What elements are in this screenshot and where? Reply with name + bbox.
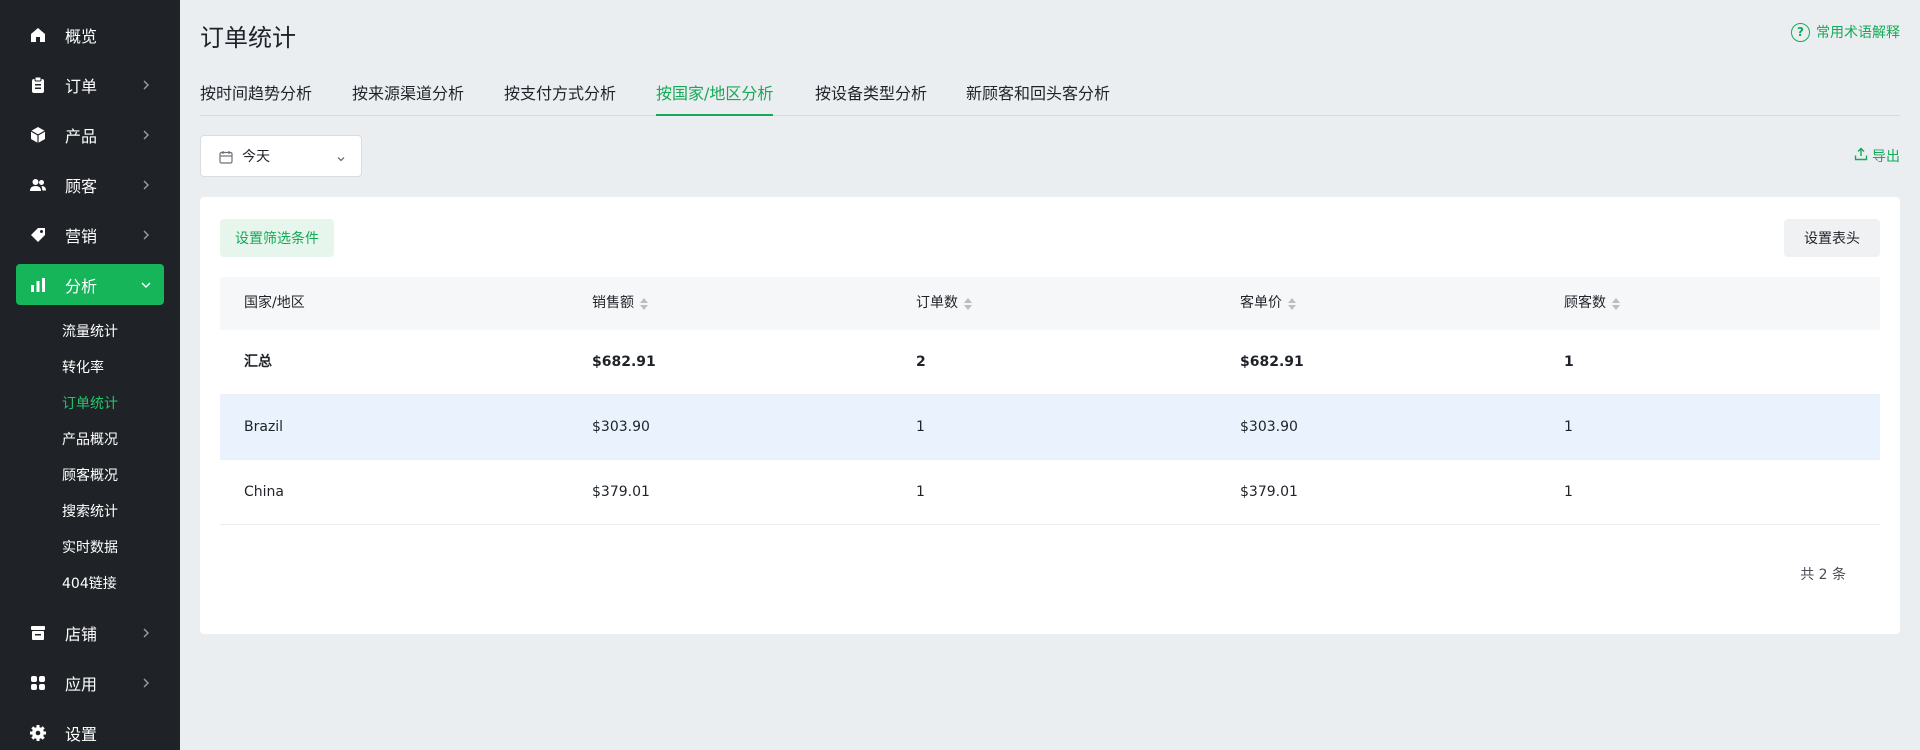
nav-label: 营销 — [65, 226, 98, 246]
pagination-total: 共 2 条 — [1800, 567, 1846, 583]
export-label: 导出 — [1872, 149, 1900, 165]
nav-label: 概览 — [65, 26, 98, 46]
column-label: 客单价 — [1240, 295, 1282, 311]
table-cell: 1 — [916, 484, 925, 500]
table-cell: China — [244, 484, 284, 500]
nav-label: 产品 — [65, 126, 98, 146]
upload-icon — [1854, 147, 1868, 165]
sort-icon[interactable] — [1288, 297, 1296, 310]
table-cell: $682.91 — [592, 354, 656, 370]
nav-item-orders[interactable]: 订单 — [16, 64, 164, 105]
table-cell: 1 — [1564, 354, 1574, 370]
column-label: 顾客数 — [1564, 295, 1606, 311]
nav-item-store[interactable]: 店铺 — [16, 612, 164, 653]
apps-icon — [28, 673, 48, 693]
box-icon — [28, 125, 48, 145]
tab-bar: 按时间趋势分析 按来源渠道分析 按支付方式分析 按国家/地区分析 按设备类型分析… — [200, 70, 1900, 116]
sort-icon[interactable] — [640, 297, 648, 310]
sub-item-traffic[interactable]: 流量统计 — [62, 321, 118, 343]
home-icon — [28, 25, 48, 45]
table-cell: 1 — [1564, 484, 1573, 500]
nav-label: 分析 — [65, 276, 98, 296]
nav-label: 订单 — [65, 76, 98, 96]
nav-item-analytics[interactable]: 分析 — [16, 264, 164, 305]
column-header-customers[interactable]: 顾客数 — [1564, 277, 1620, 330]
table-cell: 1 — [1564, 419, 1573, 435]
chevron-right-icon — [136, 225, 156, 245]
sidebar: 概览 订单 产品 顾客 营销 分析 流量统计 转化率 订单统计 产品概况 顾客概… — [0, 0, 180, 750]
table-cell: 2 — [916, 354, 926, 370]
column-label: 订单数 — [916, 295, 958, 311]
table-cell: 汇总 — [244, 354, 272, 370]
table-cell: $379.01 — [592, 484, 650, 500]
clipboard-icon — [28, 75, 48, 95]
tab-time-trend[interactable]: 按时间趋势分析 — [200, 80, 312, 116]
column-label: 销售额 — [592, 295, 634, 311]
chevron-right-icon — [136, 175, 156, 195]
set-filter-button[interactable]: 设置筛选条件 — [220, 219, 334, 257]
table-cell: $303.90 — [592, 419, 650, 435]
sub-item-search-stats[interactable]: 搜索统计 — [62, 501, 118, 523]
tab-payment-method[interactable]: 按支付方式分析 — [504, 80, 616, 116]
chevron-right-icon — [136, 623, 156, 643]
gear-icon — [28, 723, 48, 743]
sub-item-customer-overview[interactable]: 顾客概况 — [62, 465, 118, 487]
sort-icon[interactable] — [964, 297, 972, 310]
nav-label: 应用 — [65, 674, 98, 694]
table-row[interactable]: China $379.01 1 $379.01 1 — [220, 460, 1880, 525]
nav-label: 设置 — [65, 724, 98, 744]
column-label: 国家/地区 — [244, 295, 305, 311]
nav-item-apps[interactable]: 应用 — [16, 662, 164, 703]
chevron-right-icon — [136, 75, 156, 95]
column-header-orders[interactable]: 订单数 — [916, 277, 972, 330]
chevron-down-icon — [136, 275, 156, 295]
tab-country-region[interactable]: 按国家/地区分析 — [656, 80, 774, 116]
sub-item-order-stats[interactable]: 订单统计 — [62, 393, 118, 415]
chevron-right-icon — [136, 673, 156, 693]
calendar-icon — [219, 149, 233, 164]
nav-label: 顾客 — [65, 176, 98, 196]
chevron-right-icon — [136, 125, 156, 145]
sub-item-realtime[interactable]: 实时数据 — [62, 537, 118, 559]
nav-item-products[interactable]: 产品 — [16, 114, 164, 155]
nav-item-customers[interactable]: 顾客 — [16, 164, 164, 205]
table-header: 国家/地区 销售额 订单数 客单价 顾客数 — [220, 277, 1880, 330]
table-cell: 1 — [916, 419, 925, 435]
export-button[interactable]: 导出 — [1854, 146, 1900, 166]
nav-item-settings[interactable]: 设置 — [16, 712, 164, 750]
table-cell: $682.91 — [1240, 354, 1304, 370]
date-range-picker[interactable]: 今天 — [200, 135, 362, 177]
set-header-button[interactable]: 设置表头 — [1784, 219, 1880, 257]
tab-new-returning[interactable]: 新顾客和回头客分析 — [966, 80, 1110, 116]
sub-item-product-overview[interactable]: 产品概况 — [62, 429, 118, 451]
table-cell: Brazil — [244, 419, 284, 435]
users-icon — [28, 175, 48, 195]
nav-item-overview[interactable]: 概览 — [16, 14, 164, 55]
help-link[interactable]: ? 常用术语解释 — [1791, 22, 1900, 42]
sub-item-404-links[interactable]: 404链接 — [62, 573, 117, 595]
date-range-value: 今天 — [242, 149, 270, 165]
column-header-sales[interactable]: 销售额 — [592, 277, 648, 330]
tag-icon — [28, 225, 48, 245]
question-icon: ? — [1791, 22, 1810, 42]
page-title: 订单统计 — [200, 24, 296, 52]
table-row[interactable]: Brazil $303.90 1 $303.90 1 — [220, 395, 1880, 460]
sub-item-conversion[interactable]: 转化率 — [62, 357, 104, 379]
help-label: 常用术语解释 — [1816, 25, 1900, 41]
nav-label: 店铺 — [65, 624, 98, 644]
chevron-down-icon — [335, 150, 347, 162]
tab-device-type[interactable]: 按设备类型分析 — [815, 80, 927, 116]
table-cell: $379.01 — [1240, 484, 1298, 500]
bar-chart-icon — [28, 275, 48, 295]
report-card: 设置筛选条件 设置表头 国家/地区 销售额 订单数 客单价 顾客数 汇总 $68… — [200, 197, 1900, 634]
tab-source-channel[interactable]: 按来源渠道分析 — [352, 80, 464, 116]
sort-icon[interactable] — [1612, 297, 1620, 310]
country-table: 国家/地区 销售额 订单数 客单价 顾客数 汇总 $682.91 2 $682.… — [220, 277, 1880, 525]
store-icon — [28, 623, 48, 643]
summary-row: 汇总 $682.91 2 $682.91 1 — [220, 330, 1880, 395]
column-header-avg-order[interactable]: 客单价 — [1240, 277, 1296, 330]
nav-item-marketing[interactable]: 营销 — [16, 214, 164, 255]
table-cell: $303.90 — [1240, 419, 1298, 435]
column-header-country: 国家/地区 — [244, 277, 305, 330]
